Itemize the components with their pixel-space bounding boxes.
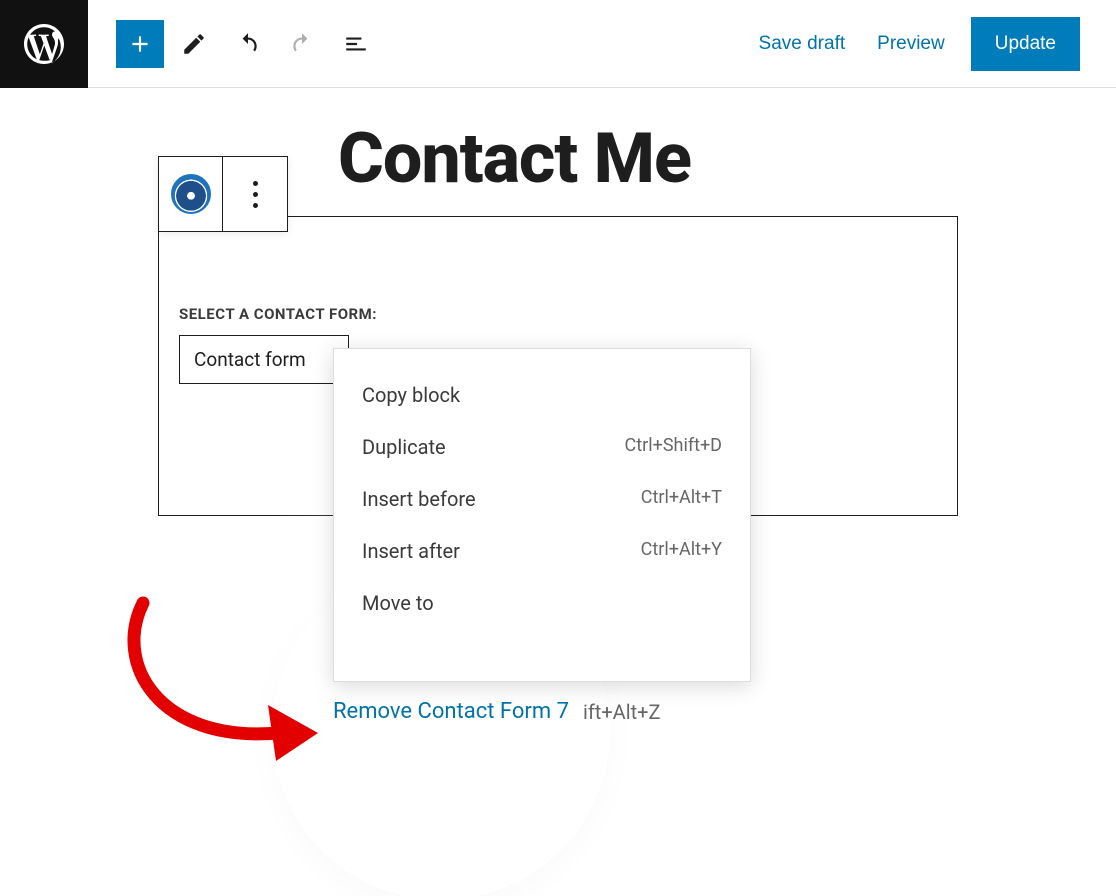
editor-canvas: Contact Me SELECT A CONTACT FORM: Contac… bbox=[0, 88, 1116, 686]
menu-insert-before[interactable]: Insert before Ctrl+Alt+T bbox=[334, 473, 750, 525]
menu-separator bbox=[334, 629, 750, 653]
add-block-button[interactable] bbox=[116, 20, 164, 68]
menu-item-label: Move to bbox=[362, 591, 434, 615]
menu-copy-block[interactable]: Copy block bbox=[334, 369, 750, 421]
contact-form-7-icon bbox=[171, 174, 211, 214]
undo-icon bbox=[235, 31, 261, 57]
annotation-arrow-icon bbox=[118, 593, 328, 773]
toolbar-left bbox=[116, 20, 380, 68]
block-options-button[interactable] bbox=[223, 157, 287, 231]
page-title[interactable]: Contact Me bbox=[338, 118, 958, 200]
select-form-label: SELECT A CONTACT FORM: bbox=[179, 305, 937, 323]
menu-remove-block[interactable]: Remove Contact Form 7 ift+Alt+Z bbox=[333, 699, 660, 724]
outline-button[interactable] bbox=[332, 20, 380, 68]
menu-item-shortcut: Ctrl+Alt+Y bbox=[641, 539, 722, 563]
save-draft-button[interactable]: Save draft bbox=[753, 32, 852, 56]
redo-icon bbox=[289, 31, 315, 57]
form-select[interactable]: Contact form bbox=[179, 335, 349, 384]
menu-item-label: Insert after bbox=[362, 539, 460, 563]
update-button[interactable]: Update bbox=[971, 17, 1080, 71]
menu-item-shortcut: Ctrl+Alt+T bbox=[641, 487, 722, 511]
plus-icon bbox=[127, 31, 153, 57]
toolbar-right: Save draft Preview Update bbox=[753, 17, 1116, 71]
menu-move-to[interactable]: Move to bbox=[334, 577, 750, 629]
menu-insert-after[interactable]: Insert after Ctrl+Alt+Y bbox=[334, 525, 750, 577]
block-toolbar bbox=[158, 156, 288, 232]
block-type-button[interactable] bbox=[159, 157, 223, 231]
pencil-icon bbox=[181, 31, 207, 57]
edit-mode-button[interactable] bbox=[170, 20, 218, 68]
menu-item-label: Duplicate bbox=[362, 435, 446, 459]
redo-button[interactable] bbox=[278, 20, 326, 68]
wordpress-icon bbox=[20, 20, 68, 68]
block-context-menu: Copy block Duplicate Ctrl+Shift+D Insert… bbox=[333, 348, 751, 682]
list-icon bbox=[343, 31, 369, 57]
preview-button[interactable]: Preview bbox=[871, 32, 951, 56]
menu-duplicate[interactable]: Duplicate Ctrl+Shift+D bbox=[334, 421, 750, 473]
more-options-icon bbox=[253, 181, 258, 208]
menu-item-label: Copy block bbox=[362, 383, 460, 407]
undo-button[interactable] bbox=[224, 20, 272, 68]
menu-item-shortcut: Ctrl+Shift+D bbox=[625, 435, 722, 459]
wordpress-logo[interactable] bbox=[0, 0, 88, 88]
remove-block-shortcut: ift+Alt+Z bbox=[583, 700, 661, 724]
menu-item-label: Insert before bbox=[362, 487, 476, 511]
remove-block-label: Remove Contact Form 7 bbox=[333, 699, 569, 724]
editor-top-bar: Save draft Preview Update bbox=[0, 0, 1116, 88]
